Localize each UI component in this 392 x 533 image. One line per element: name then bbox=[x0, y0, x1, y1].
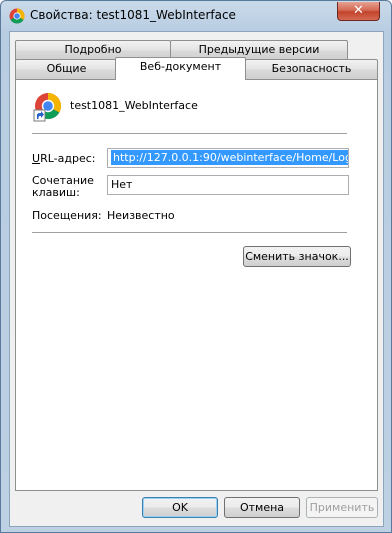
web-document-panel bbox=[15, 79, 378, 491]
tab-web-document[interactable]: Веб-документ bbox=[115, 57, 246, 80]
tab-label: Предыдущие версии bbox=[198, 43, 320, 56]
url-label-text: RL-адрес: bbox=[40, 152, 96, 165]
url-input[interactable]: http://127.0.0.1:90/webinterface/Home/Lo… bbox=[107, 148, 349, 168]
change-icon-button[interactable]: Сменить значок... bbox=[243, 246, 351, 267]
tab-general[interactable]: Общие bbox=[15, 59, 118, 79]
visits-value: Неизвестно bbox=[107, 209, 175, 222]
ok-button[interactable]: OK bbox=[142, 497, 218, 518]
tab-label: Веб-документ bbox=[139, 60, 222, 73]
dialog-client: Подробно Предыдущие версии Общие Веб-док… bbox=[9, 31, 384, 527]
tab-label: Безопасность bbox=[271, 62, 352, 75]
hotkey-value: Нет bbox=[111, 178, 133, 191]
apply-label: Применить bbox=[309, 501, 375, 514]
change-icon-label: Сменить значок... bbox=[245, 250, 349, 263]
apply-button[interactable]: Применить bbox=[306, 497, 378, 518]
tab-label: Подробно bbox=[64, 43, 122, 56]
properties-window: Свойства: test1081_WebInterface ✕ Подроб… bbox=[0, 0, 392, 533]
tab-label: Общие bbox=[46, 62, 87, 75]
ok-label: OK bbox=[172, 501, 188, 514]
url-value: http://127.0.0.1:90/webinterface/Home/Lo… bbox=[111, 150, 348, 165]
cancel-label: Отмена bbox=[239, 501, 285, 514]
separator bbox=[32, 133, 347, 134]
chrome-icon bbox=[9, 8, 25, 24]
hotkey-label-line2: клавиш: bbox=[32, 186, 80, 199]
chrome-shortcut-icon bbox=[33, 92, 62, 122]
document-name: test1081_WebInterface bbox=[70, 99, 198, 112]
window-title: Свойства: test1081_WebInterface bbox=[30, 8, 236, 22]
cancel-button[interactable]: Отмена bbox=[224, 497, 300, 518]
title-bar[interactable]: Свойства: test1081_WebInterface ✕ bbox=[1, 1, 391, 31]
url-label: URL-адрес: bbox=[32, 152, 96, 165]
separator bbox=[32, 232, 347, 233]
tab-security[interactable]: Безопасность bbox=[245, 59, 378, 79]
close-icon: ✕ bbox=[353, 3, 364, 18]
close-button[interactable]: ✕ bbox=[337, 2, 380, 21]
visits-label: Посещения: bbox=[32, 209, 102, 222]
hotkey-input[interactable]: Нет bbox=[107, 175, 349, 195]
